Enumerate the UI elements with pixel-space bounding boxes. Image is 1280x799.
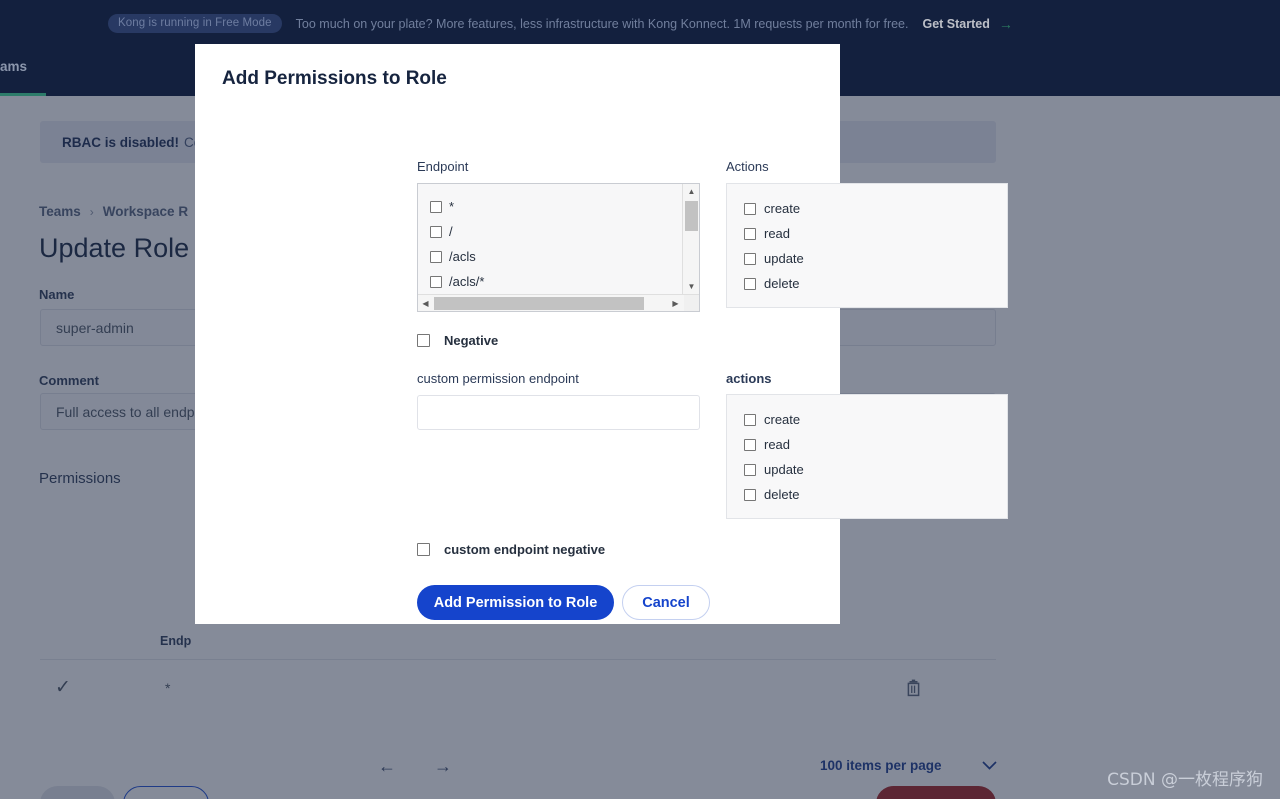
endpoint-option-1[interactable]: / — [430, 219, 683, 244]
custom-endpoint-negative-label: custom endpoint negative — [444, 542, 606, 557]
action-option-update[interactable]: update — [744, 246, 1007, 271]
custom-permission-endpoint-label: custom permission endpoint — [417, 371, 579, 386]
endpoint-horizontal-scrollbar[interactable]: ◀ ▶ — [418, 294, 699, 311]
application-root: Kong is running in Free Mode Too much on… — [0, 0, 1280, 799]
custom-action-option-create[interactable]: create — [744, 407, 1007, 432]
custom-action-option-delete[interactable]: delete — [744, 482, 1007, 507]
endpoint-listbox[interactable]: * / /acls /acls/* ▲ ▼ ◀ ▶ — [417, 183, 700, 312]
horizontal-scroll-thumb[interactable] — [434, 297, 644, 310]
actions-label: Actions — [726, 159, 769, 174]
custom-action-option-read[interactable]: read — [744, 432, 1007, 457]
custom-actions-label: actions — [726, 371, 772, 386]
add-permissions-modal: Add Permissions to Role Endpoint * / /ac… — [195, 44, 1008, 624]
modal-title: Add Permissions to Role — [222, 68, 447, 89]
checkbox-icon[interactable] — [430, 225, 442, 238]
endpoint-label: Endpoint — [417, 159, 469, 174]
custom-action-option-label: update — [764, 462, 804, 477]
endpoint-listbox-items: * / /acls /acls/* — [418, 184, 683, 294]
custom-action-option-label: delete — [764, 487, 800, 502]
action-option-read[interactable]: read — [744, 221, 1007, 246]
checkbox-icon[interactable] — [744, 277, 756, 290]
add-permission-to-role-button[interactable]: Add Permission to Role — [417, 585, 614, 620]
checkbox-icon[interactable] — [744, 252, 756, 265]
endpoint-option-label: * — [449, 199, 455, 214]
endpoint-option-label: /acls/* — [449, 274, 485, 289]
checkbox-icon[interactable] — [430, 200, 442, 213]
scroll-down-arrow-icon[interactable]: ▼ — [683, 279, 699, 294]
custom-permission-endpoint-input[interactable] — [417, 395, 700, 430]
scroll-up-arrow-icon[interactable]: ▲ — [683, 184, 699, 199]
action-option-label: delete — [764, 276, 800, 291]
endpoint-option-2[interactable]: /acls — [430, 244, 683, 269]
endpoint-option-0[interactable]: * — [430, 194, 683, 219]
negative-checkbox-row[interactable]: Negative — [417, 333, 498, 348]
custom-action-option-label: create — [764, 412, 801, 427]
vertical-scroll-thumb[interactable] — [685, 201, 698, 231]
endpoint-option-label: / — [449, 224, 453, 239]
checkbox-icon[interactable] — [744, 202, 756, 215]
checkbox-icon[interactable] — [744, 488, 756, 501]
action-option-label: create — [764, 201, 801, 216]
checkbox-icon[interactable] — [417, 334, 430, 347]
custom-actions-panel: create read update delete — [726, 394, 1008, 519]
custom-action-option-update[interactable]: update — [744, 457, 1007, 482]
negative-label: Negative — [444, 333, 499, 348]
watermark: CSDN @一枚程序狗 — [1107, 770, 1263, 790]
checkbox-icon[interactable] — [430, 275, 442, 288]
action-option-delete[interactable]: delete — [744, 271, 1007, 296]
endpoint-option-3[interactable]: /acls/* — [430, 269, 683, 294]
scroll-right-arrow-icon[interactable]: ▶ — [668, 295, 683, 311]
actions-panel: create read update delete — [726, 183, 1008, 308]
custom-action-option-label: read — [764, 437, 791, 452]
custom-endpoint-negative-row[interactable]: custom endpoint negative — [417, 542, 605, 557]
scrollbar-corner — [684, 295, 699, 311]
checkbox-icon[interactable] — [744, 438, 756, 451]
checkbox-icon[interactable] — [744, 413, 756, 426]
endpoint-option-label: /acls — [449, 249, 476, 264]
endpoint-vertical-scrollbar[interactable]: ▲ ▼ — [682, 184, 699, 294]
scroll-left-arrow-icon[interactable]: ◀ — [418, 295, 433, 311]
action-option-create[interactable]: create — [744, 196, 1007, 221]
modal-cancel-button[interactable]: Cancel — [622, 585, 710, 620]
checkbox-icon[interactable] — [744, 463, 756, 476]
checkbox-icon[interactable] — [417, 543, 430, 556]
checkbox-icon[interactable] — [744, 227, 756, 240]
action-option-label: update — [764, 251, 804, 266]
checkbox-icon[interactable] — [430, 250, 442, 263]
action-option-label: read — [764, 226, 791, 241]
